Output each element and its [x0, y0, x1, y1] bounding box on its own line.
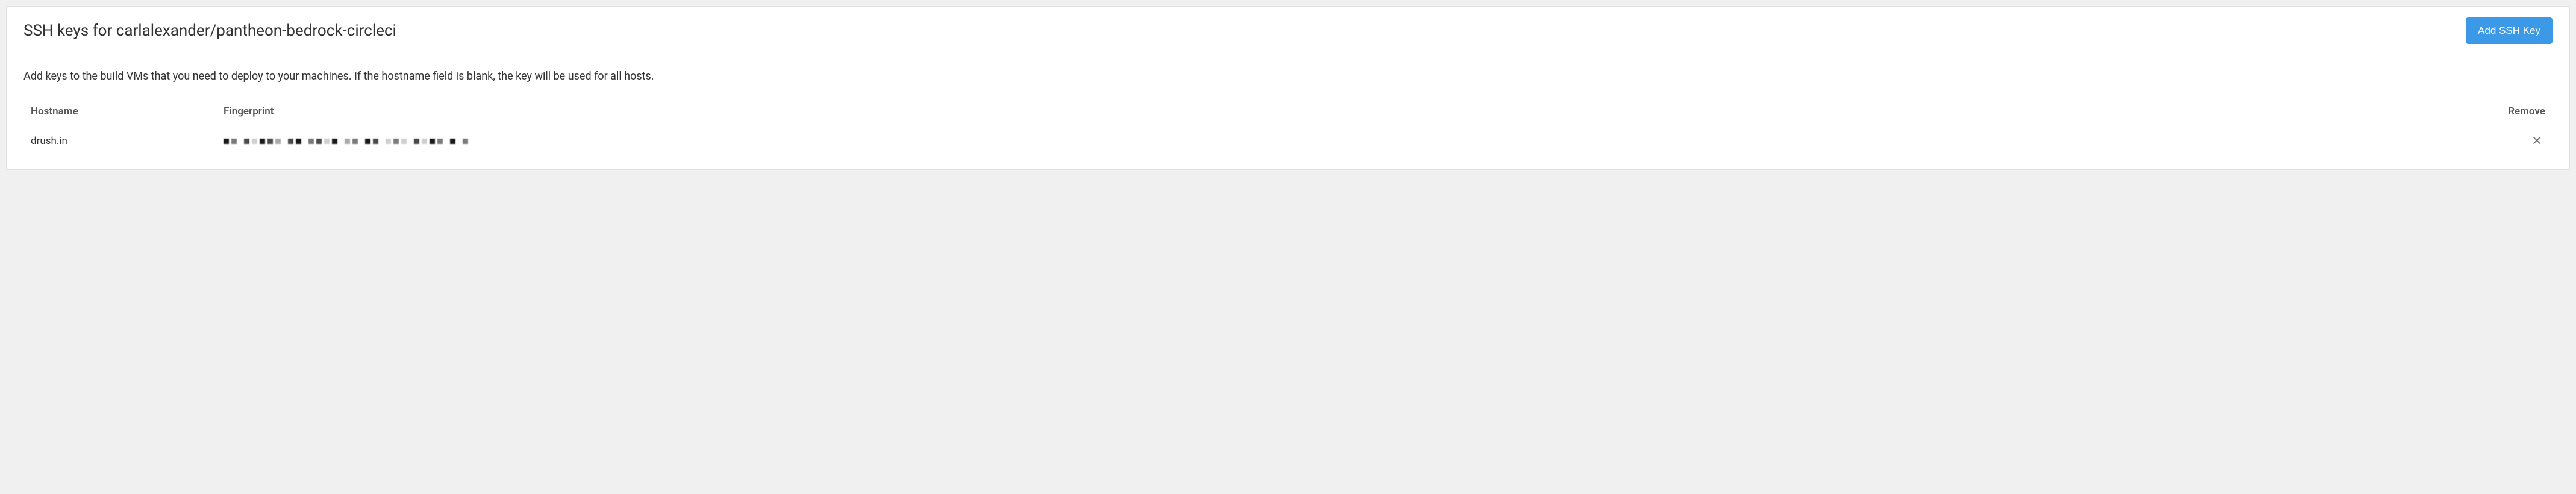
- ssh-keys-table: Hostname Fingerprint Remove drush.in: [23, 99, 2553, 157]
- panel-description: Add keys to the build VMs that you need …: [23, 70, 2553, 83]
- fingerprint-redacted: [224, 139, 468, 144]
- cell-hostname: drush.in: [23, 125, 216, 157]
- col-header-remove: Remove: [2480, 99, 2553, 125]
- add-ssh-key-button[interactable]: Add SSH Key: [2466, 17, 2553, 44]
- col-header-hostname: Hostname: [23, 99, 216, 125]
- remove-key-icon[interactable]: [2528, 134, 2545, 148]
- panel-body: Add keys to the build VMs that you need …: [7, 55, 2569, 169]
- panel-title: SSH keys for carlalexander/pantheon-bedr…: [23, 22, 396, 40]
- cell-fingerprint: [216, 125, 2480, 157]
- panel-header: SSH keys for carlalexander/pantheon-bedr…: [7, 7, 2569, 55]
- col-header-fingerprint: Fingerprint: [216, 99, 2480, 125]
- ssh-keys-panel: SSH keys for carlalexander/pantheon-bedr…: [6, 6, 2570, 170]
- table-row: drush.in: [23, 125, 2553, 157]
- cell-remove: [2480, 125, 2553, 157]
